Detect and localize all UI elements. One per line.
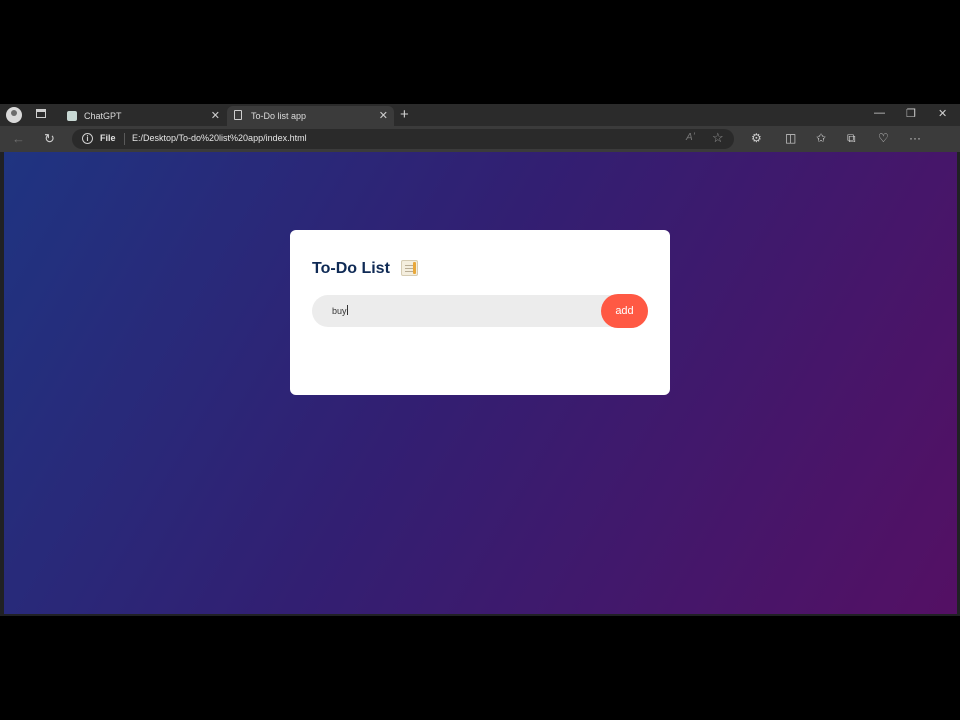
favorites-icon[interactable]: ✩ xyxy=(816,131,826,145)
address-scheme: File xyxy=(100,133,116,143)
address-url[interactable]: E:/Desktop/To-do%20list%20app/index.html xyxy=(132,133,307,143)
new-tab-icon[interactable]: + xyxy=(400,106,409,123)
tab-label: To-Do list app xyxy=(251,111,307,121)
split-screen-icon[interactable]: ◫ xyxy=(785,131,796,145)
todo-input-row: buy add xyxy=(312,294,648,328)
close-icon[interactable]: ✕ xyxy=(211,109,220,122)
todo-input[interactable]: buy xyxy=(332,305,348,316)
close-icon[interactable]: ✕ xyxy=(379,109,388,122)
page-title: To-Do List xyxy=(312,260,390,277)
todo-input-value: buy xyxy=(332,306,347,316)
address-bar[interactable]: i File E:/Desktop/To-do%20list%20app/ind… xyxy=(72,129,734,149)
tab-label: ChatGPT xyxy=(84,111,122,121)
browser-essentials-icon[interactable]: ♡ xyxy=(878,131,889,145)
restore-icon[interactable]: ❐ xyxy=(906,107,916,120)
favorite-star-icon[interactable]: ☆ xyxy=(712,130,724,146)
back-icon[interactable]: ← xyxy=(12,131,25,146)
reload-icon[interactable]: ↻ xyxy=(44,131,55,147)
info-icon[interactable]: i xyxy=(82,133,93,144)
chatgpt-favicon xyxy=(67,111,77,121)
tab-todo-app[interactable]: To-Do list app ✕ xyxy=(227,106,394,126)
add-button[interactable]: add xyxy=(601,294,648,328)
document-favicon xyxy=(234,110,242,120)
read-aloud-icon[interactable]: Aʼ xyxy=(686,132,695,143)
profile-icon[interactable] xyxy=(6,107,22,123)
more-icon[interactable]: ··· xyxy=(909,131,921,145)
toolbar: ← ↻ i File E:/Desktop/To-do%20list%20app… xyxy=(0,126,960,152)
browser-window: ChatGPT ✕ To-Do list app ✕ + — ❐ ✕ ← ↻ i… xyxy=(0,104,960,616)
address-divider xyxy=(124,133,125,145)
page-viewport: To-Do List buy add xyxy=(4,152,957,614)
notepad-icon xyxy=(401,260,418,276)
collections-icon[interactable]: ⧉ xyxy=(847,131,856,146)
minimize-icon[interactable]: — xyxy=(874,107,885,119)
copilot-icon[interactable] xyxy=(935,131,951,145)
tab-bar: ChatGPT ✕ To-Do list app ✕ + — ❐ ✕ xyxy=(0,104,960,126)
text-caret xyxy=(346,305,348,315)
tab-chatgpt[interactable]: ChatGPT ✕ xyxy=(60,106,226,126)
workspaces-icon[interactable] xyxy=(36,109,46,118)
extensions-icon[interactable]: ⚙ xyxy=(751,131,762,145)
window-close-icon[interactable]: ✕ xyxy=(938,107,947,120)
todo-card: To-Do List buy add xyxy=(290,230,670,395)
